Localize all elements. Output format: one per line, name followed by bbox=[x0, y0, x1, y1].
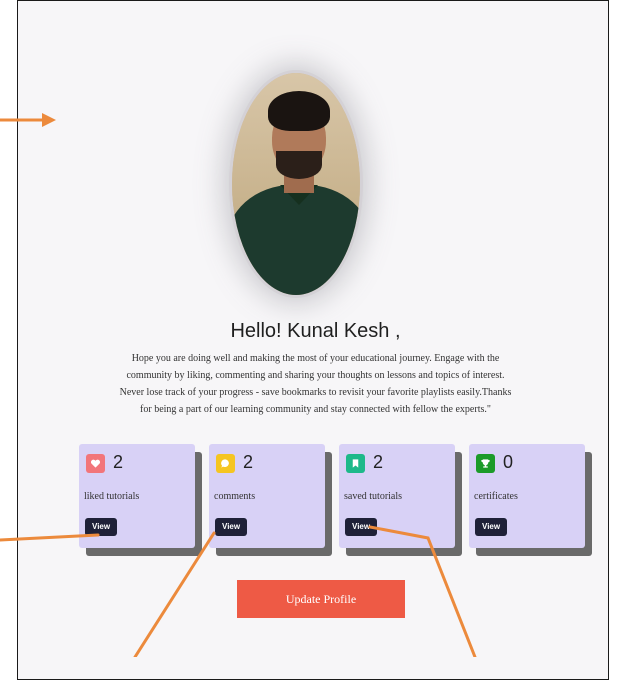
card-count: 0 bbox=[503, 452, 514, 472]
bookmark-icon bbox=[346, 454, 365, 473]
card-saved-tutorials: 2 saved tutorials View bbox=[339, 444, 455, 548]
update-profile-button[interactable]: Update Profile bbox=[237, 580, 405, 618]
card-label: liked tutorials bbox=[84, 491, 140, 502]
card-label: certificates bbox=[474, 491, 518, 502]
intro-line: for being a part of our learning communi… bbox=[140, 404, 491, 415]
comment-icon bbox=[216, 454, 235, 473]
card-label: saved tutorials bbox=[344, 491, 403, 502]
heart-icon bbox=[86, 454, 105, 473]
view-saved-button[interactable]: View bbox=[345, 518, 378, 536]
trophy-icon bbox=[476, 454, 495, 473]
card-count: 2 bbox=[373, 452, 384, 472]
card-comments: 2 comments View bbox=[209, 444, 325, 548]
card-liked-tutorials: 2 liked tutorials View bbox=[79, 444, 195, 548]
view-comments-button[interactable]: View bbox=[215, 518, 248, 536]
intro-line: Never lose track of your progress - save… bbox=[119, 387, 512, 398]
view-certificates-button[interactable]: View bbox=[475, 518, 508, 536]
card-count: 2 bbox=[113, 452, 124, 472]
intro-line: community by liking, commenting and shar… bbox=[126, 370, 505, 381]
card-label: comments bbox=[214, 491, 256, 502]
greeting-title: Hello! Kunal Kesh , bbox=[230, 320, 401, 342]
profile-avatar bbox=[229, 70, 363, 298]
view-liked-button[interactable]: View bbox=[85, 518, 118, 536]
card-count: 2 bbox=[243, 452, 254, 472]
intro-text: Hope you are doing well and making the m… bbox=[80, 350, 551, 418]
intro-line: Hope you are doing well and making the m… bbox=[131, 353, 500, 364]
card-certificates: 0 certificates View bbox=[469, 444, 585, 548]
